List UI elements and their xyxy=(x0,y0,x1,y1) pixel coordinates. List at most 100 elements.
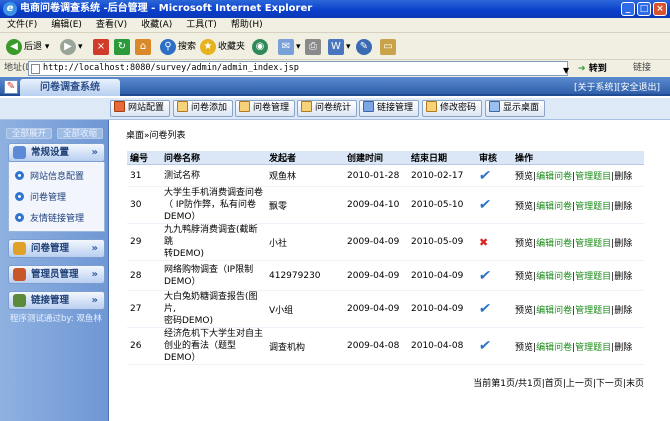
preview-link[interactable]: 预览 xyxy=(515,202,533,212)
col-actions: 操作 xyxy=(512,151,644,165)
sidebar-group-general[interactable]: 常规设置 » xyxy=(8,143,105,162)
delete-link[interactable]: 删除 xyxy=(614,343,632,353)
survey-name-line: DEMO） xyxy=(164,353,201,363)
delete-link[interactable]: 删除 xyxy=(614,239,632,249)
logout-link[interactable]: [安全退出] xyxy=(617,83,660,93)
pager-link[interactable]: 首页 xyxy=(545,379,563,389)
cell-created: 2009-04-08 xyxy=(344,327,408,365)
cell-approved: ✔ xyxy=(476,186,512,224)
menu-tools[interactable]: 工具(T) xyxy=(179,18,224,33)
nav-change-password[interactable]: 修改密码 xyxy=(422,100,483,117)
approved-check-icon[interactable]: ✔ xyxy=(478,168,493,184)
manage-questions-link[interactable]: 管理题目 xyxy=(575,272,611,282)
stop-button[interactable]: × xyxy=(93,37,111,57)
nav-link-manage[interactable]: 链接管理 xyxy=(359,100,420,117)
address-input[interactable]: http://localhost:8080/survey/admin/admin… xyxy=(28,61,568,76)
approved-check-icon[interactable]: ✔ xyxy=(478,338,493,354)
edit-survey-link[interactable]: 编辑问卷 xyxy=(536,343,572,353)
nav-survey-manage[interactable]: 问卷管理 xyxy=(235,100,296,117)
edit-button[interactable]: W ▾ xyxy=(328,37,351,57)
back-label: 后退 xyxy=(24,42,43,52)
menu-file[interactable]: 文件(F) xyxy=(0,18,44,33)
sidebar-item-survey[interactable]: 问卷管理 xyxy=(15,191,66,205)
preview-link[interactable]: 预览 xyxy=(515,172,533,182)
col-sponsor: 发起者 xyxy=(266,151,344,165)
messenger-button[interactable]: ✎ xyxy=(356,37,374,57)
refresh-icon: ↻ xyxy=(114,38,130,55)
menu-view[interactable]: 查看(V) xyxy=(89,18,134,33)
preview-link[interactable]: 预览 xyxy=(515,306,533,316)
nav-survey-stats[interactable]: 问卷统计 xyxy=(297,100,358,117)
cell-created: 2009-04-09 xyxy=(344,223,408,261)
delete-link[interactable]: 删除 xyxy=(614,172,632,182)
sidebar-group-admin[interactable]: 管理员管理 » xyxy=(8,265,105,284)
manage-questions-link[interactable]: 管理题目 xyxy=(575,306,611,316)
approved-check-icon[interactable]: ✔ xyxy=(478,301,493,317)
nav-survey-add[interactable]: 问卷添加 xyxy=(173,100,234,117)
address-url: http://localhost:8080/survey/admin/admin… xyxy=(43,63,299,73)
approved-check-icon[interactable]: ✔ xyxy=(478,197,493,213)
media-button[interactable]: ◉ xyxy=(252,37,270,57)
menu-edit[interactable]: 编辑(E) xyxy=(44,18,89,33)
edit-survey-link[interactable]: 编辑问卷 xyxy=(536,202,572,212)
edit-survey-link[interactable]: 编辑问卷 xyxy=(536,239,572,249)
go-button[interactable]: ➔ 转到 xyxy=(578,61,607,78)
sidebar-group-links[interactable]: 链接管理 » xyxy=(8,291,105,310)
group-label: 问卷管理 xyxy=(31,243,70,254)
research-button[interactable]: ▭ xyxy=(380,37,398,57)
rejected-x-icon[interactable]: ✖ xyxy=(479,236,488,249)
mail-button[interactable]: ✉ ▾ xyxy=(278,37,301,57)
collapse-all-button[interactable]: 全部收缩 xyxy=(57,128,103,139)
delete-link[interactable]: 删除 xyxy=(614,272,632,282)
delete-link[interactable]: 删除 xyxy=(614,306,632,316)
about-link[interactable]: [关于系统] xyxy=(574,83,617,93)
refresh-button[interactable]: ↻ xyxy=(114,37,132,57)
menu-favorites[interactable]: 收藏(A) xyxy=(134,18,179,33)
pager-link[interactable]: 下一页 xyxy=(596,379,623,389)
home-button[interactable]: ⌂ xyxy=(135,37,153,57)
cell-actions: 预览|编辑问卷|管理题目|删除 xyxy=(512,164,644,187)
sidebar-item-links[interactable]: 友情链接管理 xyxy=(15,212,84,226)
preview-link[interactable]: 预览 xyxy=(515,343,533,353)
survey-name-line: 网络购物调查（IP限制 xyxy=(164,264,254,275)
forward-button[interactable]: ▶ ▾ xyxy=(60,37,83,57)
header-links: [关于系统][安全退出] xyxy=(574,80,660,93)
cell-actions: 预览|编辑问卷|管理题目|删除 xyxy=(512,186,644,224)
favorites-button[interactable]: ★ 收藏夹 xyxy=(200,37,245,57)
manage-questions-link[interactable]: 管理题目 xyxy=(575,202,611,212)
links-button[interactable]: 链接 xyxy=(633,60,651,77)
back-button[interactable]: ◀ 后退 ▾ xyxy=(6,37,49,57)
nav-show-desktop[interactable]: 显示桌面 xyxy=(485,100,546,117)
manage-questions-link[interactable]: 管理题目 xyxy=(575,239,611,249)
cell-actions: 预览|编辑问卷|管理题目|删除 xyxy=(512,260,644,291)
expand-all-button[interactable]: 全部展开 xyxy=(6,128,52,139)
pager-link[interactable]: 末页 xyxy=(626,379,644,389)
cell-actions: 预览|编辑问卷|管理题目|删除 xyxy=(512,290,644,328)
cell-name: 网络购物调查（IP限制 DEMO） xyxy=(161,260,266,291)
pager-link[interactable]: 上一页 xyxy=(566,379,593,389)
printer-icon: ⎙ xyxy=(305,38,321,55)
bullet-icon xyxy=(15,192,24,201)
edit-survey-link[interactable]: 编辑问卷 xyxy=(536,172,572,182)
search-icon: ⚲ xyxy=(160,38,176,55)
survey-name-line: 大学生手机消费调查问卷 xyxy=(164,188,264,198)
link-icon xyxy=(363,101,374,112)
preview-link[interactable]: 预览 xyxy=(515,272,533,282)
edit-survey-link[interactable]: 编辑问卷 xyxy=(536,306,572,316)
approved-check-icon[interactable]: ✔ xyxy=(478,268,493,284)
nav-site-config[interactable]: 网站配置 xyxy=(110,100,171,117)
maximize-button[interactable]: □ xyxy=(637,2,651,16)
close-button[interactable]: × xyxy=(653,2,667,16)
delete-link[interactable]: 删除 xyxy=(614,202,632,212)
sidebar-item-site-info[interactable]: 网站信息配置 xyxy=(15,170,84,184)
sidebar-group-survey[interactable]: 问卷管理 » xyxy=(8,239,105,258)
manage-questions-link[interactable]: 管理题目 xyxy=(575,343,611,353)
manage-questions-link[interactable]: 管理题目 xyxy=(575,172,611,182)
menu-help[interactable]: 帮助(H) xyxy=(224,18,270,33)
minimize-button[interactable]: _ xyxy=(621,2,635,16)
preview-link[interactable]: 预览 xyxy=(515,239,533,249)
search-button[interactable]: ⚲ 搜索 xyxy=(160,37,196,57)
print-button[interactable]: ⎙ xyxy=(305,37,323,57)
edit-survey-link[interactable]: 编辑问卷 xyxy=(536,272,572,282)
page-icon xyxy=(31,64,40,74)
